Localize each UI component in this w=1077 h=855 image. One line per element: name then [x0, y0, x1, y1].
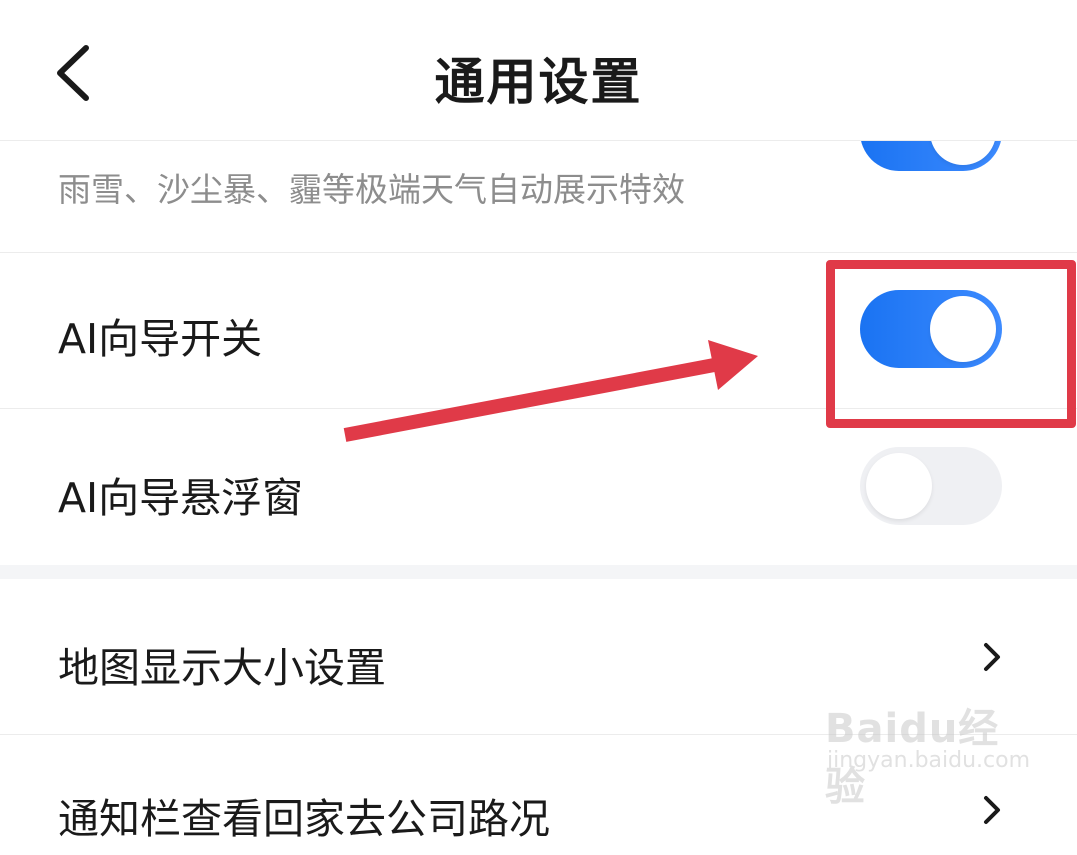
notification-route-label: 通知栏查看回家去公司路况	[58, 795, 550, 843]
toggle-knob	[866, 453, 932, 519]
map-display-size-label: 地图显示大小设置	[58, 644, 386, 692]
ai-guide-float-toggle[interactable]	[860, 447, 1002, 525]
page-title: 通用设置	[434, 53, 643, 111]
section-divider	[0, 565, 1077, 579]
watermark-url: jingyan.baidu.com	[827, 748, 1031, 773]
ai-guide-switch-label: AI向导开关	[58, 315, 263, 363]
ai-guide-switch-row: AI向导开关	[0, 253, 1077, 409]
weather-effects-row: 雨雪、沙尘暴、霾等极端天气自动展示特效	[0, 93, 1077, 253]
baidu-watermark: Baidu经验 jingyan.baidu.com	[825, 690, 1035, 810]
app-header: 通用设置	[0, 0, 1077, 141]
weather-effects-description: 雨雪、沙尘暴、霾等极端天气自动展示特效	[58, 170, 685, 209]
ai-guide-float-label: AI向导悬浮窗	[58, 474, 304, 522]
toggle-knob	[930, 296, 996, 362]
chevron-right-icon	[984, 643, 1000, 671]
ai-guide-switch-toggle[interactable]	[860, 290, 1002, 368]
ai-guide-float-row: AI向导悬浮窗	[0, 409, 1077, 565]
